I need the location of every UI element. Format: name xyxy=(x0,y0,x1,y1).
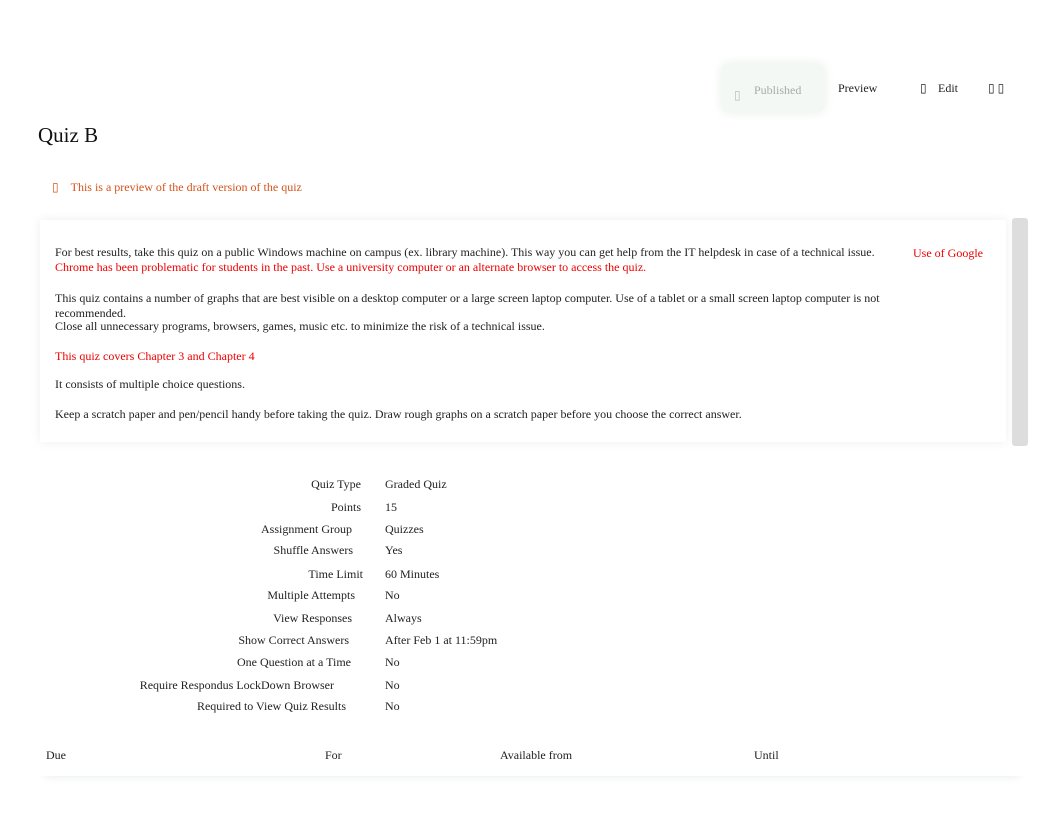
detail-label: Time Limit xyxy=(308,567,363,581)
detail-value: No xyxy=(385,588,400,602)
col-until: Until xyxy=(754,748,779,762)
toolbar: ▯ Published Preview ▯ Edit ▯ ▯ xyxy=(718,62,1038,114)
detail-label: One Question at a Time xyxy=(237,655,351,669)
desc-text: This quiz contains a number of graphs th… xyxy=(55,291,880,320)
detail-value: 60 Minutes xyxy=(385,567,440,581)
desc-text: It consists of multiple choice questions… xyxy=(55,377,245,391)
warning-icon: ▯ xyxy=(52,180,59,194)
check-circle-icon: ▯ xyxy=(734,88,741,102)
detail-value: No xyxy=(385,678,400,692)
detail-value: Always xyxy=(385,611,422,625)
scrollbar[interactable] xyxy=(1012,218,1028,446)
detail-value: No xyxy=(385,655,400,669)
warning-text: This is a preview of the draft version o… xyxy=(70,180,302,194)
detail-label: Show Correct Answers xyxy=(238,633,349,647)
page-title: Quiz B xyxy=(38,123,99,147)
desc-red-text: This quiz covers Chapter 3 and Chapter 4 xyxy=(55,349,255,363)
preview-button[interactable]: Preview xyxy=(838,81,877,96)
ellipsis-icon[interactable]: ▯ ▯ xyxy=(988,81,1004,96)
detail-label: Assignment Group xyxy=(261,522,352,536)
detail-label: Required to View Quiz Results xyxy=(196,699,346,713)
detail-value: 15 xyxy=(385,500,397,514)
detail-value: After Feb 1 at 11:59pm xyxy=(385,633,498,647)
col-due: Due xyxy=(46,748,66,762)
desc-text: Close all unnecessary programs, browsers… xyxy=(55,319,545,333)
detail-value: Quizzes xyxy=(385,522,424,536)
preview-warning: ▯ This is a preview of the draft version … xyxy=(52,180,314,195)
desc-text: For best results, take this quiz on a pu… xyxy=(55,245,875,259)
detail-value: No xyxy=(385,699,400,713)
desc-red-text: Chrome has been problematic for students… xyxy=(55,260,647,274)
detail-label: Points xyxy=(330,500,361,514)
pencil-icon: ▯ xyxy=(920,81,927,95)
google-link[interactable]: Use of Google xyxy=(913,246,983,261)
quiz-description: For best results, take this quiz on a pu… xyxy=(40,220,1006,442)
detail-label: Shuffle Answers xyxy=(273,543,353,557)
detail-value: Graded Quiz xyxy=(385,477,447,491)
published-button[interactable]: ▯ Published xyxy=(722,64,824,112)
desc-text: Keep a scratch paper and pen/pencil hand… xyxy=(55,407,742,421)
detail-label: Multiple Attempts xyxy=(267,588,355,602)
detail-value: Yes xyxy=(385,543,403,557)
detail-label: Require Respondus LockDown Browser xyxy=(139,678,334,692)
col-for: For xyxy=(325,748,342,762)
edit-button[interactable]: Edit xyxy=(938,81,958,96)
detail-label: Quiz Type xyxy=(311,477,361,491)
dates-table-header: Due For Available from Until xyxy=(38,746,1026,776)
detail-label: View Responses xyxy=(273,611,352,625)
col-available-from: Available from xyxy=(500,748,573,762)
